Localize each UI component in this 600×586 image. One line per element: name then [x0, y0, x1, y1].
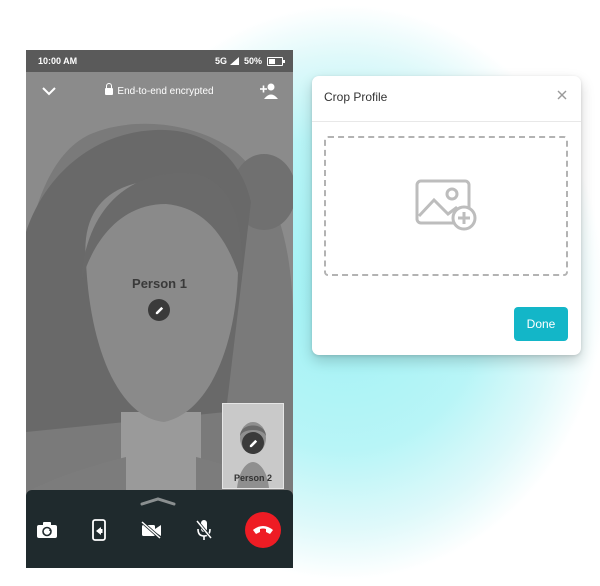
- status-right: 5G 50%: [214, 56, 285, 66]
- done-button[interactable]: Done: [514, 307, 568, 341]
- screen-share-button[interactable]: [84, 512, 114, 548]
- screen-share-icon: [92, 519, 106, 541]
- status-bar: 10:00 AM 5G 50%: [26, 50, 293, 72]
- video-off-icon: [141, 521, 161, 539]
- edit-icon[interactable]: [148, 299, 170, 321]
- add-user-icon[interactable]: [259, 82, 279, 100]
- network-label: 5G: [214, 56, 227, 66]
- add-image-icon: [415, 179, 477, 231]
- pip-participant-name: Person 2: [233, 473, 273, 483]
- call-controls: [26, 490, 293, 568]
- dialog-divider: [312, 121, 581, 122]
- status-time: 10:00 AM: [38, 56, 78, 66]
- switch-camera-button[interactable]: [32, 512, 62, 548]
- battery-icon: [267, 56, 285, 66]
- call-header: End-to-end encrypted: [26, 72, 293, 112]
- pip-video[interactable]: Person 2: [222, 403, 284, 489]
- video-toggle-button[interactable]: [136, 512, 166, 548]
- edit-icon[interactable]: [242, 432, 264, 454]
- video-call-screen: 10:00 AM 5G 50% End-to-end encrypted Per…: [26, 50, 293, 568]
- encryption-label: End-to-end encrypted: [117, 86, 214, 97]
- switch-camera-icon: [37, 522, 57, 538]
- image-drop-zone[interactable]: [324, 136, 568, 276]
- end-call-icon: [253, 526, 273, 534]
- lock-icon: [105, 83, 114, 95]
- end-call-button[interactable]: [245, 512, 281, 548]
- main-participant-name: Person 1: [132, 276, 187, 291]
- battery-percent: 50%: [243, 56, 262, 66]
- mute-button[interactable]: [189, 512, 219, 548]
- encryption-notice: End-to-end encrypted: [26, 83, 293, 97]
- signal-icon: [229, 57, 239, 65]
- chevron-up-icon[interactable]: [140, 496, 176, 506]
- crop-profile-dialog: Crop Profile Done: [312, 76, 581, 355]
- close-icon[interactable]: [557, 90, 567, 100]
- mic-off-icon: [195, 520, 213, 540]
- dialog-title: Crop Profile: [324, 90, 388, 104]
